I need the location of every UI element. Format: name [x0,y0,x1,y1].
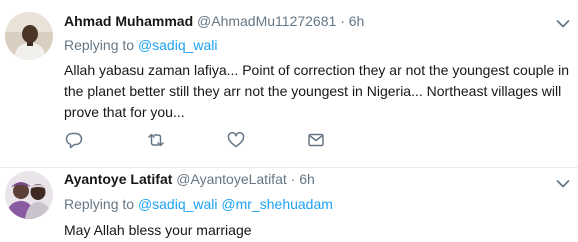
chevron-down-icon[interactable] [556,16,570,28]
timestamp[interactable]: 6h [299,171,315,187]
tweet[interactable]: Ayantoye Latifat @AyantoyeLatifat · 6h R… [0,168,578,242]
separator: · [340,13,345,29]
display-name[interactable]: Ayantoye Latifat [64,171,172,187]
separator: · [290,171,296,187]
like-icon[interactable] [226,130,246,150]
tweet-header: Ayantoye Latifat @AyantoyeLatifat · 6h [64,170,315,188]
mention-link[interactable]: @sadiq_wali [138,37,218,53]
chevron-down-icon[interactable] [556,176,570,188]
mention-link[interactable]: @mr_shehuadam [221,196,333,212]
timestamp[interactable]: 6h [349,13,365,29]
avatar[interactable] [5,171,53,219]
tweet-header: Ahmad Muhammad @AhmadMu11272681 · 6h [64,12,364,30]
tweet-text: Allah yabasu zaman lafiya... Point of co… [64,62,570,120]
retweet-icon[interactable] [146,130,166,150]
avatar[interactable] [5,12,53,60]
mention-link[interactable]: @sadiq_wali [138,196,218,212]
display-name[interactable]: Ahmad Muhammad [64,13,193,29]
tweet-text: May Allah bless your marriage [64,222,252,238]
replying-to: Replying to @sadiq_wali [64,36,218,54]
tweet[interactable]: Ahmad Muhammad @AhmadMu11272681 · 6h Rep… [0,0,578,168]
user-handle[interactable]: @AhmadMu11272681 [197,13,336,29]
replying-to-label: Replying to [64,37,135,53]
user-handle[interactable]: @AyantoyeLatifat [176,171,286,187]
replying-to: Replying to @sadiq_wali @mr_shehuadam [64,195,333,213]
reply-icon[interactable] [64,130,84,150]
replying-to-label: Replying to [64,196,135,212]
message-icon[interactable] [306,130,326,150]
